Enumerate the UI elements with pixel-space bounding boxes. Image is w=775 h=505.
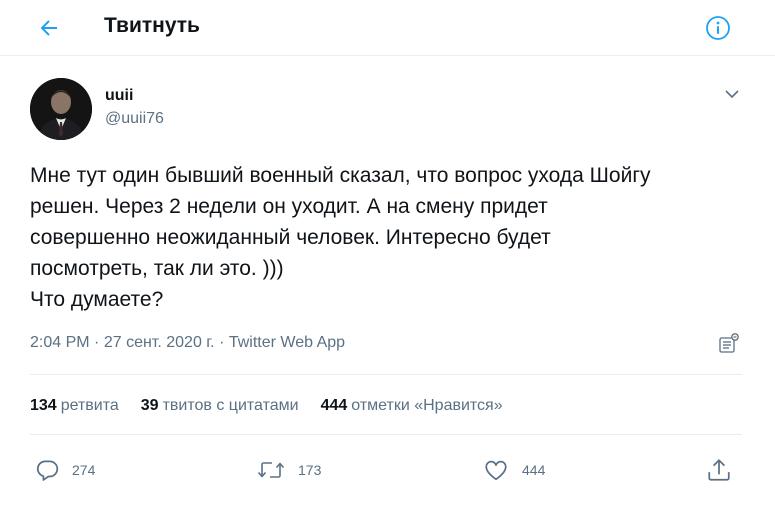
analytics-icon [719, 333, 739, 353]
tweet-stats: 134 ретвита 39 твитов с цитатами 444 отметки … [30, 397, 525, 415]
more-options-button[interactable] [720, 82, 744, 106]
tweet-date[interactable]: 27 сент. 2020 г. [104, 334, 215, 351]
back-button[interactable] [30, 10, 68, 46]
stat-count: 134 [30, 397, 57, 414]
action-bar: 274 173 444 [30, 452, 750, 488]
tweet-text: Мне тут один бывший военный сказал, что … [30, 160, 750, 315]
info-icon [706, 16, 730, 40]
tweet-time[interactable]: 2:04 PM [30, 334, 90, 351]
analytics-button[interactable] [716, 330, 742, 356]
chevron-down-icon [725, 90, 739, 99]
retweets-stat[interactable]: 134 ретвита [30, 397, 119, 415]
divider [30, 374, 742, 375]
tweet-text-line: Что думаете? [30, 288, 164, 311]
reply-count: 274 [72, 462, 96, 478]
retweet-count: 173 [298, 462, 322, 478]
top-header: Твитнуть [0, 0, 775, 56]
retweet-icon [257, 462, 285, 478]
tweet-text-line: совершенно неожиданный человек. Интересн… [30, 226, 551, 249]
author-handle[interactable]: @uuii76 [105, 110, 164, 128]
divider [30, 434, 742, 435]
tweet-meta: 2:04 PM · 27 сент. 2020 г. · Twitter Web… [30, 334, 345, 352]
page-title: Твитнуть [104, 14, 200, 37]
stat-label: твитов с цитатами [162, 397, 299, 414]
like-count: 444 [522, 462, 546, 478]
arrow-left-icon [40, 20, 57, 36]
quote-tweets-stat[interactable]: 39 твитов с цитатами [141, 397, 299, 415]
tweet-text-line: решен. Через 2 недели он уходит. А на см… [30, 195, 548, 218]
meta-separator: · [219, 334, 225, 351]
heart-icon [485, 460, 507, 481]
share-button[interactable] [706, 452, 732, 488]
stat-count: 444 [320, 397, 348, 414]
stat-label: отметки «Нравится» [351, 397, 503, 414]
retweet-button[interactable]: 173 [256, 452, 321, 488]
share-icon [708, 459, 730, 481]
meta-separator: · [94, 334, 100, 351]
tweet-source[interactable]: Twitter Web App [229, 334, 345, 351]
reply-icon [36, 460, 59, 481]
tweet-text-line: посмотреть, так ли это. ))) [30, 257, 284, 280]
author-display-name[interactable]: uuii [105, 87, 133, 105]
stat-label: ретвита [60, 397, 119, 414]
likes-stat[interactable]: 444 отметки «Нравится» [321, 397, 503, 415]
tweet-text-line: Мне тут один бывший военный сказал, что … [30, 164, 651, 187]
info-button[interactable] [702, 12, 734, 44]
avatar[interactable] [30, 78, 92, 140]
avatar-image [30, 78, 92, 140]
like-button[interactable]: 444 [482, 452, 545, 488]
stat-count: 39 [140, 397, 159, 414]
reply-button[interactable]: 274 [34, 452, 95, 488]
